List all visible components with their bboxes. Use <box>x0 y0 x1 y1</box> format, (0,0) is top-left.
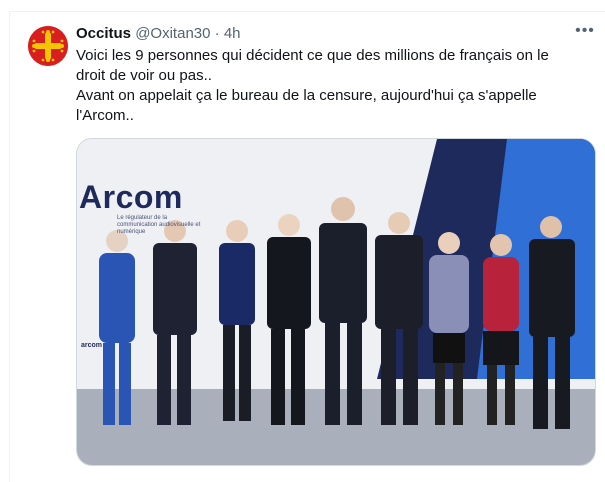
tweet-text-line: Voici les 9 personnes qui décident ce qu… <box>76 47 549 64</box>
tweet-photo[interactable]: Arcom Le régulateur de la communication … <box>76 138 596 466</box>
tweet-text: Voici les 9 personnes qui décident ce qu… <box>76 46 581 126</box>
tweet-text-line: droit de voir ou pas.. <box>76 67 212 84</box>
avatar[interactable] <box>28 26 68 66</box>
tweet-text-line: l'Arcom.. <box>76 107 134 124</box>
arcom-small-logo: arcom <box>81 342 103 349</box>
occitan-cross-icon <box>28 26 68 66</box>
arcom-logo: Arcom <box>79 179 183 215</box>
tweet-text-line: Avant on appelait ça le bureau de la cen… <box>76 87 537 104</box>
author-handle[interactable]: @Oxitan30 <box>135 25 210 42</box>
author-name[interactable]: Occitus <box>76 25 131 42</box>
tweet-header: Occitus @Oxitan30 · 4h <box>76 24 241 44</box>
separator-dot: · <box>214 25 220 42</box>
arcom-logo-subtitle: Le régulateur de la communication audiov… <box>117 215 201 235</box>
timestamp[interactable]: 4h <box>224 25 241 42</box>
more-options-icon[interactable]: ••• <box>572 23 598 44</box>
